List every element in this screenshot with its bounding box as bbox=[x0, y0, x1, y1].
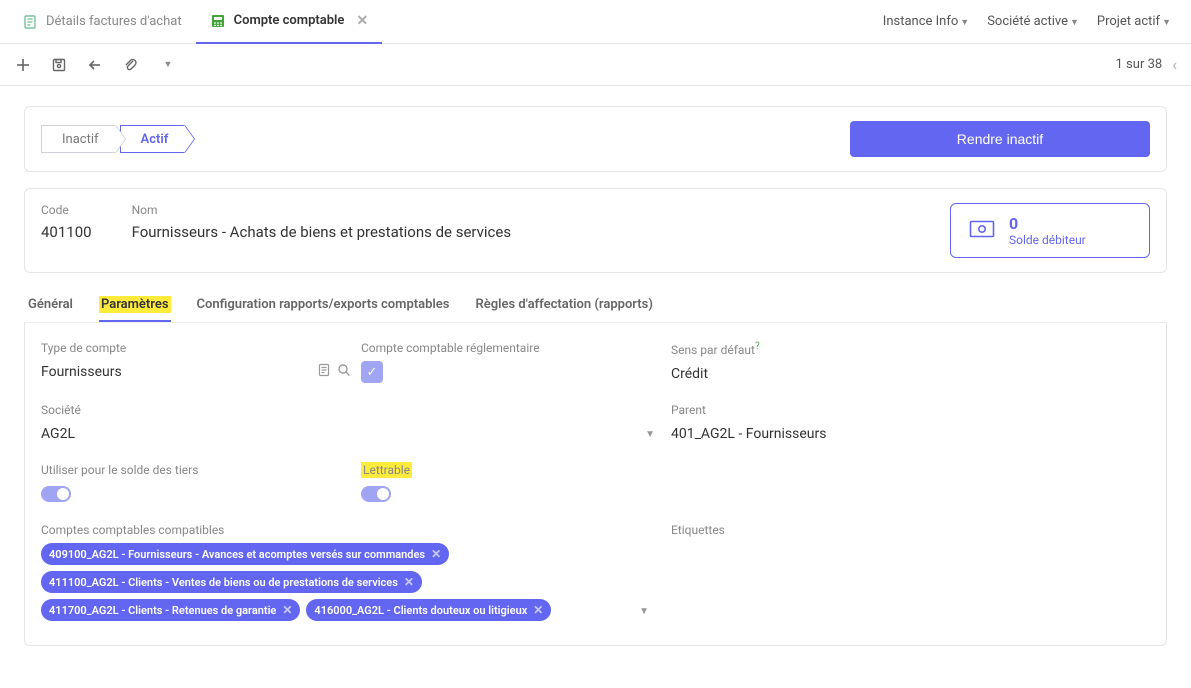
remove-chip-icon[interactable]: ✕ bbox=[533, 603, 543, 617]
subtab-rules[interactable]: Règles d'affectation (rapports) bbox=[476, 289, 653, 322]
close-icon[interactable]: ✕ bbox=[356, 13, 368, 29]
help-icon[interactable]: ? bbox=[755, 341, 760, 352]
back-icon[interactable] bbox=[86, 56, 104, 74]
balance-box[interactable]: 0 Solde débiteur bbox=[950, 203, 1150, 258]
name-value: Fournisseurs - Achats de biens et presta… bbox=[132, 223, 512, 241]
remove-chip-icon[interactable]: ✕ bbox=[282, 603, 292, 617]
tags-field: Etiquettes bbox=[671, 523, 1150, 537]
subtab-params[interactable]: Paramètres bbox=[99, 289, 171, 322]
status-steps: Inactif Actif bbox=[41, 125, 185, 153]
balance-label: Solde débiteur bbox=[1009, 233, 1086, 247]
menu-project[interactable]: Projet actif▼ bbox=[1097, 14, 1171, 29]
code-value: 401100 bbox=[41, 223, 92, 241]
add-icon[interactable] bbox=[14, 56, 32, 74]
chip[interactable]: 411100_AG2L - Clients - Ventes de biens … bbox=[41, 571, 422, 593]
name-label: Nom bbox=[132, 203, 512, 217]
top-tabs-bar: Détails factures d'achat Compte comptabl… bbox=[0, 0, 1191, 44]
default-dir-field: Sens par défaut? Crédit bbox=[671, 341, 1150, 385]
subtab-general[interactable]: Général bbox=[28, 289, 73, 322]
document-icon[interactable] bbox=[317, 363, 331, 381]
reg-account-checkbox[interactable]: ✓ bbox=[361, 361, 383, 383]
pager-prev-icon[interactable]: ‹ bbox=[1172, 55, 1177, 74]
status-card: Inactif Actif Rendre inactif bbox=[24, 106, 1167, 172]
header-card: Code 401100 Nom Fournisseurs - Achats de… bbox=[24, 188, 1167, 273]
status-inactive[interactable]: Inactif bbox=[41, 125, 116, 153]
account-type-value: Fournisseurs bbox=[41, 364, 311, 380]
remove-chip-icon[interactable]: ✕ bbox=[404, 575, 414, 589]
third-balance-field: Utiliser pour le solde des tiers bbox=[41, 463, 351, 505]
chevron-down-icon: ▼ bbox=[1162, 18, 1171, 28]
banknote-icon bbox=[969, 220, 995, 242]
make-inactive-button[interactable]: Rendre inactif bbox=[850, 121, 1150, 157]
status-active[interactable]: Actif bbox=[120, 125, 186, 153]
menu-instance[interactable]: Instance Info▼ bbox=[883, 14, 969, 29]
save-icon[interactable] bbox=[50, 56, 68, 74]
letterable-toggle[interactable] bbox=[361, 486, 391, 502]
chip[interactable]: 409100_AG2L - Fournisseurs - Avances et … bbox=[41, 543, 449, 565]
balance-value: 0 bbox=[1009, 214, 1086, 233]
subtab-config[interactable]: Configuration rapports/exports comptable… bbox=[197, 289, 450, 322]
tab-label: Détails factures d'achat bbox=[46, 14, 182, 29]
account-type-field: Type de compte Fournisseurs bbox=[41, 341, 351, 383]
name-field: Nom Fournisseurs - Achats de biens et pr… bbox=[132, 203, 512, 241]
reg-account-field: Compte comptable réglementaire ✓ bbox=[361, 341, 661, 383]
parent-value: 401_AG2L - Fournisseurs bbox=[671, 426, 826, 442]
default-dir-value: Crédit bbox=[671, 366, 708, 382]
params-panel: Type de compte Fournisseurs Compte compt… bbox=[24, 323, 1167, 646]
tab-invoice-details[interactable]: Détails factures d'achat bbox=[8, 0, 196, 44]
letterable-field: Lettrable bbox=[361, 463, 661, 505]
chip[interactable]: 411700_AG2L - Clients - Retenues de gara… bbox=[41, 599, 300, 621]
tab-label: Compte comptable bbox=[234, 13, 345, 28]
tab-account[interactable]: Compte comptable ✕ bbox=[196, 0, 383, 44]
compatible-chips[interactable]: 409100_AG2L - Fournisseurs - Avances et … bbox=[41, 543, 631, 621]
subtabs: Général Paramètres Configuration rapport… bbox=[24, 289, 1167, 323]
calculator-icon bbox=[210, 13, 226, 29]
document-icon bbox=[22, 14, 38, 30]
third-balance-toggle[interactable] bbox=[41, 486, 71, 502]
chevron-down-icon: ▼ bbox=[960, 18, 969, 28]
pager-text: 1 sur 38 bbox=[1116, 57, 1163, 72]
compatible-accounts-field: Comptes comptables compatibles 409100_AG… bbox=[41, 523, 661, 621]
toolbar: ▼ 1 sur 38 ‹ bbox=[0, 44, 1191, 86]
pager: 1 sur 38 ‹ bbox=[1116, 55, 1177, 74]
chevron-down-icon[interactable]: ▼ bbox=[639, 606, 649, 617]
chevron-down-icon[interactable]: ▼ bbox=[645, 429, 655, 440]
code-field: Code 401100 bbox=[41, 203, 92, 241]
parent-field: Parent 401_AG2L - Fournisseurs bbox=[671, 403, 1150, 445]
chip[interactable]: 416000_AG2L - Clients douteux ou litigie… bbox=[306, 599, 551, 621]
company-field: Société AG2L ▼ bbox=[41, 403, 661, 445]
search-icon[interactable] bbox=[337, 363, 351, 381]
code-label: Code bbox=[41, 203, 92, 217]
remove-chip-icon[interactable]: ✕ bbox=[431, 547, 441, 561]
chevron-down-icon: ▼ bbox=[1070, 18, 1079, 28]
company-value: AG2L bbox=[41, 426, 639, 442]
menu-company[interactable]: Société active▼ bbox=[987, 14, 1079, 29]
attachment-icon[interactable] bbox=[122, 56, 140, 74]
more-icon[interactable]: ▼ bbox=[158, 56, 176, 74]
top-menu: Instance Info▼ Société active▼ Projet ac… bbox=[883, 14, 1183, 29]
